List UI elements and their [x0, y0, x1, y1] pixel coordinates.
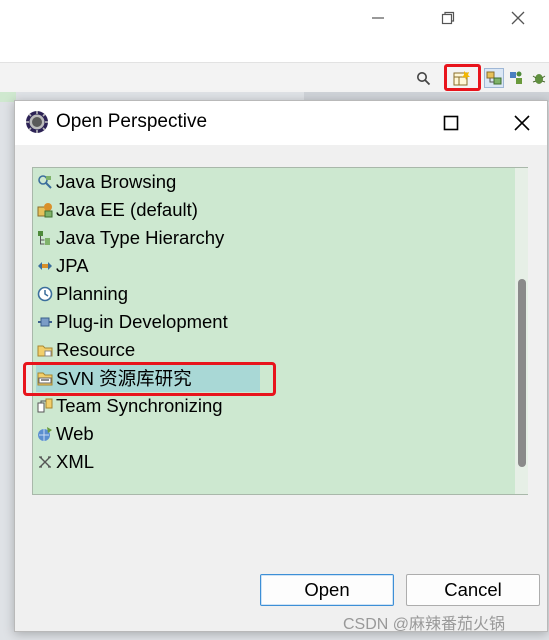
- resource-icon: [36, 342, 53, 359]
- perspective-item-java-ee[interactable]: Java EE (default): [36, 196, 511, 224]
- java-ee-icon: [36, 202, 53, 219]
- perspective-item-java-type-hierarchy[interactable]: Java Type Hierarchy: [36, 224, 511, 252]
- open-perspective-dialog: Open Perspective Java Browsing Java EE (…: [14, 100, 548, 632]
- xml-icon: [36, 454, 53, 471]
- dialog-close-icon[interactable]: [510, 111, 534, 135]
- perspective-item-label: Web: [56, 423, 94, 444]
- perspective-item-label: Resource: [56, 339, 136, 360]
- perspective-item-label: Plug-in Development: [56, 311, 228, 332]
- perspective-item-team-synchronizing[interactable]: Team Synchronizing: [36, 392, 511, 420]
- toolbar-highlight-box: [444, 64, 481, 91]
- search-icon[interactable]: [414, 69, 432, 87]
- perspective-item-xml[interactable]: XML: [36, 448, 511, 476]
- open-button[interactable]: Open: [260, 574, 394, 606]
- dialog-titlebar: Open Perspective: [15, 101, 547, 145]
- team-sync-icon: [36, 398, 53, 415]
- perspective-item-planning[interactable]: Planning: [36, 280, 511, 308]
- scrollbar-thumb[interactable]: [518, 279, 526, 467]
- ide-titlebar: [0, 0, 549, 62]
- perspective-item-java-browsing[interactable]: Java Browsing: [36, 168, 511, 196]
- maximize-icon[interactable]: [439, 111, 463, 135]
- perspective-item-label: JPA: [56, 255, 89, 276]
- dialog-title: Open Perspective: [56, 111, 208, 132]
- close-icon[interactable]: [498, 4, 538, 32]
- jpa-icon: [36, 258, 53, 275]
- perspective-item-label: Java EE (default): [56, 199, 198, 220]
- perspective-list[interactable]: Java Browsing Java EE (default) Java Typ…: [32, 167, 528, 495]
- type-hierarchy-icon: [36, 230, 53, 247]
- perspective-item-jpa[interactable]: JPA: [36, 252, 511, 280]
- perspective-item-label: Planning: [56, 283, 129, 304]
- minimize-icon[interactable]: [358, 4, 398, 32]
- restore-icon[interactable]: [428, 4, 468, 32]
- cancel-button[interactable]: Cancel: [406, 574, 540, 606]
- plugin-icon: [36, 314, 53, 331]
- vertical-scrollbar[interactable]: [515, 168, 528, 494]
- debug-perspective-icon[interactable]: [507, 69, 525, 87]
- perspective-item-label: Java Browsing: [56, 171, 177, 192]
- java-browsing-icon: [36, 174, 53, 191]
- perspective-item-web[interactable]: Web: [36, 420, 511, 448]
- eclipse-icon: [25, 110, 49, 134]
- perspective-item-label: Java Type Hierarchy: [56, 227, 225, 248]
- perspective-item-label: Team Synchronizing: [56, 395, 223, 416]
- web-icon: [36, 426, 53, 443]
- planning-icon: [36, 286, 53, 303]
- java-perspective-icon[interactable]: [484, 68, 504, 88]
- perspective-item-resource[interactable]: Resource: [36, 336, 511, 364]
- perspective-item-label: XML: [56, 451, 95, 472]
- bug-icon[interactable]: [530, 69, 548, 87]
- selection-highlight-box: [23, 362, 276, 396]
- watermark: CSDN @麻辣番茄火锅: [343, 616, 506, 633]
- perspective-item-plugin-development[interactable]: Plug-in Development: [36, 308, 511, 336]
